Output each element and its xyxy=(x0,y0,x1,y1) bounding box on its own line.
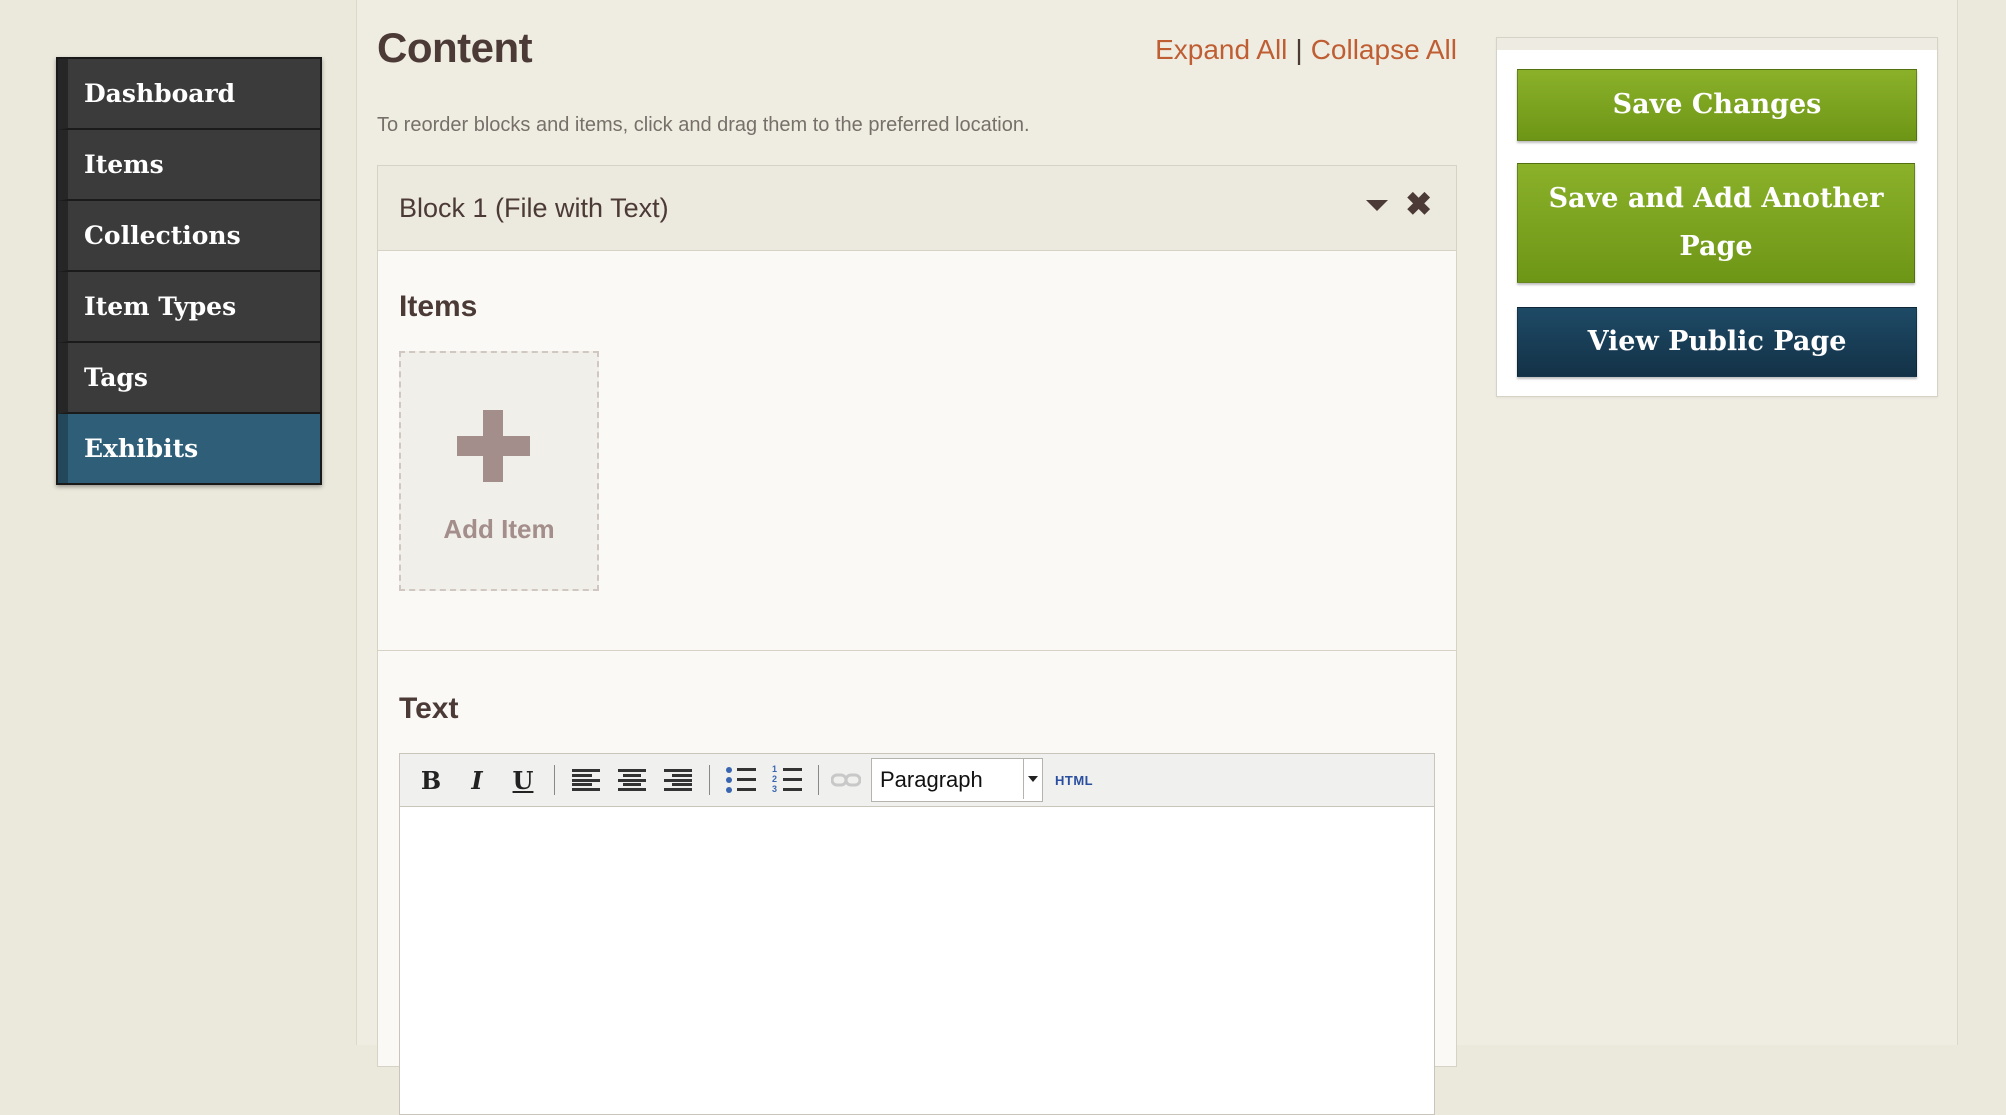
numbered-list-icon: 1 2 3 xyxy=(772,764,802,794)
toolbar-separator xyxy=(818,765,819,795)
sidebar-item-items[interactable]: Items xyxy=(58,130,320,201)
save-panel: Save Changes Save and Add Another Page V… xyxy=(1496,37,1938,397)
add-item-label: Add Item xyxy=(443,514,555,544)
numbered-list-button[interactable]: 1 2 3 xyxy=(766,760,808,800)
expand-all-link[interactable]: Expand All xyxy=(1155,34,1287,65)
link-separator: | xyxy=(1295,34,1303,65)
items-heading: Items xyxy=(399,290,478,323)
align-right-icon xyxy=(664,769,692,791)
rich-text-editor: B I U 1 2 3 Paragraph HTML xyxy=(399,753,1435,1115)
content-block[interactable]: Block 1 (File with Text) ✖ Items Add Ite… xyxy=(377,165,1457,1115)
page-title: Content xyxy=(377,24,533,71)
block-title: Block 1 (File with Text) xyxy=(399,192,669,223)
toolbar-separator xyxy=(709,765,710,795)
bold-button[interactable]: B xyxy=(410,760,452,800)
chevron-down-icon[interactable] xyxy=(1023,759,1042,799)
close-icon[interactable]: ✖ xyxy=(1405,188,1432,220)
sidebar-nav: Dashboard Items Collections Item Types T… xyxy=(56,57,322,485)
bullet-list-button[interactable] xyxy=(720,760,762,800)
text-heading: Text xyxy=(399,692,459,725)
expand-collapse-links: Expand All | Collapse All xyxy=(1155,34,1457,66)
sidebar-item-collections[interactable]: Collections xyxy=(58,201,320,272)
italic-button[interactable]: I xyxy=(456,760,498,800)
toolbar-separator xyxy=(554,765,555,795)
editor-toolbar: B I U 1 2 3 Paragraph HTML xyxy=(400,754,1434,807)
save-and-add-another-page-button[interactable]: Save and Add Another Page xyxy=(1517,163,1915,283)
triangle-down-icon[interactable] xyxy=(1366,200,1388,211)
plus-icon-bar xyxy=(457,436,530,456)
block-header[interactable]: Block 1 (File with Text) ✖ xyxy=(378,166,1456,251)
bullet-list-icon xyxy=(726,767,756,793)
sidebar-item-tags[interactable]: Tags xyxy=(58,343,320,414)
align-left-button[interactable] xyxy=(565,760,607,800)
add-item-button[interactable]: Add Item xyxy=(399,351,599,591)
sidebar-item-dashboard[interactable]: Dashboard xyxy=(58,59,320,130)
sidebar-item-exhibits[interactable]: Exhibits xyxy=(58,414,320,483)
sidebar-item-item-types[interactable]: Item Types xyxy=(58,272,320,343)
align-center-button[interactable] xyxy=(611,760,653,800)
paragraph-format-select[interactable]: Paragraph xyxy=(871,758,1043,802)
editor-text-area[interactable] xyxy=(400,807,1434,1113)
align-right-button[interactable] xyxy=(657,760,699,800)
collapse-all-link[interactable]: Collapse All xyxy=(1311,34,1457,65)
align-center-icon xyxy=(618,769,646,791)
align-left-icon xyxy=(572,769,600,791)
underline-button[interactable]: U xyxy=(502,760,544,800)
reorder-instructions: To reorder blocks and items, click and d… xyxy=(377,114,1030,136)
html-source-button[interactable]: HTML xyxy=(1055,773,1093,788)
format-select-value: Paragraph xyxy=(880,767,983,792)
view-public-page-button[interactable]: View Public Page xyxy=(1517,307,1917,377)
save-changes-button[interactable]: Save Changes xyxy=(1517,69,1917,141)
block-divider xyxy=(378,650,1456,651)
link-icon[interactable] xyxy=(829,770,863,790)
